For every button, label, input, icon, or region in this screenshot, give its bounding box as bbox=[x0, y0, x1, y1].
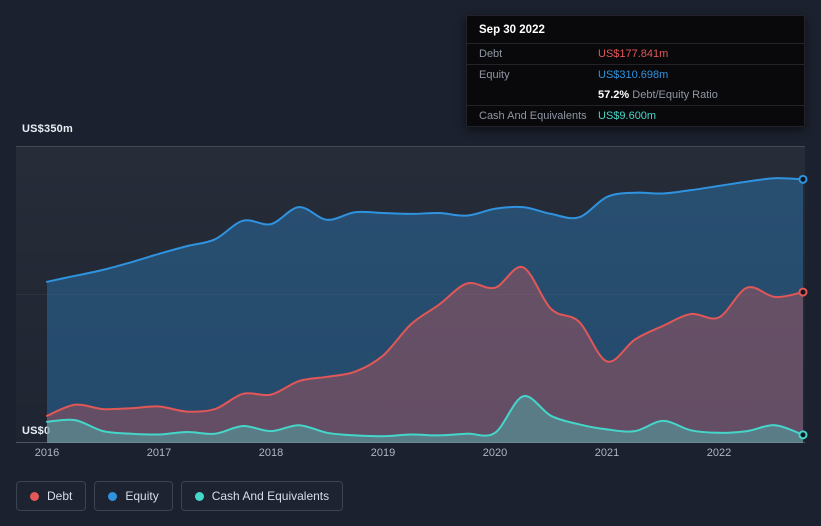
legend-cash-label: Cash And Equivalents bbox=[211, 489, 330, 503]
x-axis-label: 2020 bbox=[482, 447, 508, 459]
marker-cash-and-equivalents[interactable] bbox=[798, 430, 808, 440]
tooltip-cash-value: US$9.600m bbox=[598, 110, 657, 122]
chart-legend: Debt Equity Cash And Equivalents bbox=[16, 481, 344, 511]
tooltip-row-ratio: 57.2% Debt/Equity Ratio bbox=[467, 85, 804, 105]
tooltip-equity-value: US$310.698m bbox=[598, 69, 669, 81]
tooltip-ratio-label bbox=[467, 91, 598, 99]
tooltip-row-cash: Cash And Equivalents US$9.600m bbox=[467, 105, 804, 126]
tooltip-row-equity: Equity US$310.698m bbox=[467, 64, 804, 85]
tooltip-date: Sep 30 2022 bbox=[479, 24, 545, 36]
x-axis-label: 2016 bbox=[34, 447, 60, 459]
debt-legend-dot-icon bbox=[30, 491, 39, 501]
tooltip-equity-label: Equity bbox=[479, 69, 510, 81]
marker-equity[interactable] bbox=[798, 174, 808, 184]
tooltip-ratio-percent: 57.2% bbox=[598, 89, 630, 101]
y-axis-label-top: US$350m bbox=[22, 123, 73, 135]
tooltip-ratio-value: 57.2% Debt/Equity Ratio bbox=[598, 85, 730, 105]
x-axis-label: 2021 bbox=[594, 447, 620, 459]
marker-debt[interactable] bbox=[798, 287, 808, 297]
legend-item-debt[interactable]: Debt bbox=[16, 481, 87, 511]
tooltip-row-debt: Debt US$177.841m bbox=[467, 43, 804, 64]
legend-item-equity[interactable]: Equity bbox=[94, 481, 173, 511]
x-axis: 2016 2017 2018 2019 2020 2021 2022 bbox=[0, 447, 821, 461]
tooltip-debt-label: Debt bbox=[479, 48, 503, 60]
equity-legend-dot-icon bbox=[108, 491, 118, 501]
chart-tooltip: Sep 30 2022 Debt US$177.841m Equity US$3… bbox=[466, 15, 805, 127]
cash-legend-dot-icon bbox=[194, 491, 204, 501]
chart-svg[interactable] bbox=[16, 146, 808, 443]
x-axis-label: 2017 bbox=[146, 447, 172, 459]
legend-item-cash[interactable]: Cash And Equivalents bbox=[180, 481, 344, 511]
x-axis-label: 2018 bbox=[258, 447, 284, 459]
x-axis-label: 2019 bbox=[370, 447, 396, 459]
page-root: { "tooltip": { "date": "Sep 30 2022", "r… bbox=[0, 0, 821, 526]
tooltip-debt-value: US$177.841m bbox=[598, 48, 669, 60]
legend-debt-label: Debt bbox=[47, 489, 73, 503]
x-axis-label: 2022 bbox=[706, 447, 732, 459]
tooltip-cash-label: Cash And Equivalents bbox=[479, 110, 587, 122]
tooltip-ratio-text: Debt/Equity Ratio bbox=[629, 89, 718, 101]
legend-equity-label: Equity bbox=[125, 489, 159, 503]
